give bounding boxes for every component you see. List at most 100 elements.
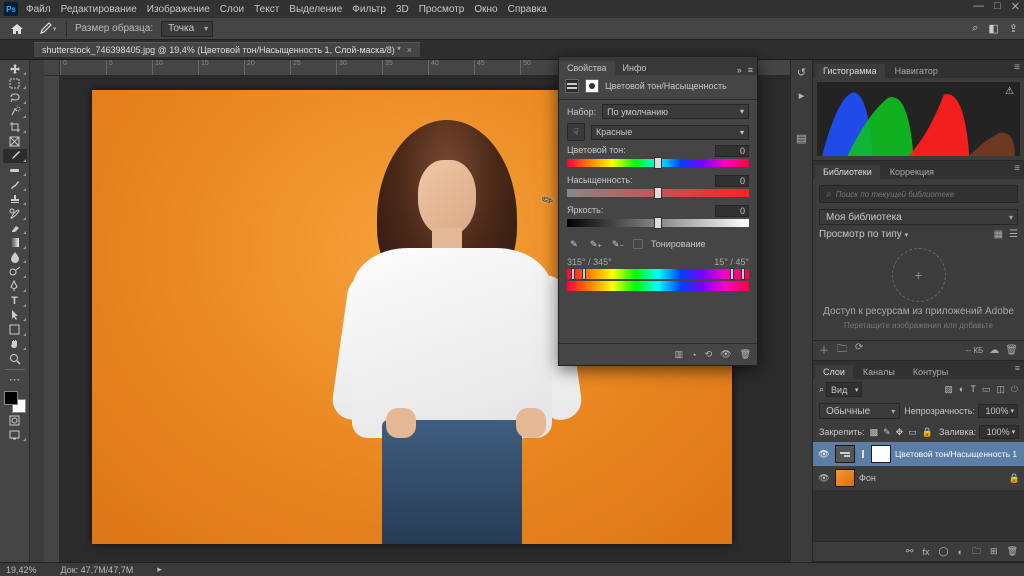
adjustment-thumb[interactable] [835, 445, 855, 463]
menu-window[interactable]: Окно [474, 4, 497, 15]
layer-background[interactable]: 👁 Фон 🔒 [813, 466, 1024, 490]
filter-pixel-icon[interactable]: ▧ [944, 384, 953, 395]
view-by-label[interactable]: Просмотр по типу ▾ [819, 229, 908, 240]
sample-size-select[interactable]: Точка [161, 21, 213, 37]
targeted-adjust-icon[interactable]: ☟ [567, 123, 585, 141]
tool-lasso[interactable] [3, 91, 27, 105]
lock-position-icon[interactable]: ✥ [896, 427, 904, 438]
tool-eraser[interactable] [3, 222, 27, 236]
menu-image[interactable]: Изображение [147, 4, 210, 15]
clip-icon[interactable]: ▥ [675, 349, 684, 360]
add-content-icon[interactable]: ＋ [819, 342, 829, 359]
library-dropzone[interactable]: + Доступ к ресурсам из приложений Adobe … [819, 240, 1018, 338]
share-icon[interactable]: ⇪ [1009, 22, 1018, 35]
actions-panel-icon[interactable]: ▸ [799, 89, 805, 102]
history-panel-icon[interactable]: ↺ [797, 66, 806, 79]
tab-navigator[interactable]: Навигатор [887, 64, 946, 78]
preset-select[interactable]: По умолчанию [602, 104, 749, 119]
tool-history-brush[interactable] [3, 207, 27, 221]
close-tab-icon[interactable]: × [407, 45, 412, 55]
tab-libraries[interactable]: Библиотеки [815, 165, 880, 179]
hue-input[interactable]: 0 [715, 145, 749, 157]
tool-gradient[interactable] [3, 236, 27, 250]
saturation-input[interactable]: 0 [715, 175, 749, 187]
brushes-panel-icon[interactable]: ▤ [796, 132, 806, 145]
visibility-icon[interactable]: 👁 [817, 449, 831, 460]
layer-hue-saturation[interactable]: 👁 Цветовой тон/Насыщенность 1 [813, 442, 1024, 466]
ruler-origin[interactable] [44, 60, 60, 76]
workspace-icon[interactable]: ◧ [988, 22, 998, 35]
mask-mode-icon[interactable] [585, 79, 599, 93]
filter-text-icon[interactable]: T [970, 384, 976, 395]
tool-pen[interactable] [3, 280, 27, 294]
ruler-vertical[interactable] [44, 76, 60, 562]
lightness-input[interactable]: 0 [715, 205, 749, 217]
menu-layers[interactable]: Слои [220, 4, 244, 15]
menu-text[interactable]: Текст [254, 4, 279, 15]
tool-eyedropper[interactable] [3, 149, 27, 163]
close-icon[interactable]: ✕ [1011, 0, 1020, 13]
tab-channels[interactable]: Каналы [855, 365, 903, 379]
toggle-visibility-icon[interactable]: 👁 [720, 349, 731, 360]
tab-layers[interactable]: Слои [815, 365, 853, 379]
adjustment-icon[interactable]: ◐ [958, 547, 963, 557]
add-folder-icon[interactable]: 🗀 [837, 342, 847, 359]
hue-slider[interactable] [567, 159, 749, 167]
eyedropper-add-icon[interactable]: ✎₊ [589, 237, 603, 251]
cloud-icon[interactable]: ☁ [989, 345, 999, 356]
panel-menu-icon[interactable]: ≡ [1014, 163, 1020, 174]
menu-file[interactable]: Файл [26, 4, 51, 15]
collapse-icon[interactable]: » [737, 65, 742, 75]
grid-view-icon[interactable]: ▦ [994, 229, 1003, 240]
tool-brush[interactable] [3, 178, 27, 192]
previous-state-icon[interactable]: ◔ [691, 350, 696, 360]
tool-hand[interactable] [3, 338, 27, 352]
delete-layer-icon[interactable]: 🗑 [1007, 546, 1018, 557]
lock-artboard-icon[interactable]: ▭ [908, 427, 917, 438]
tool-zoom[interactable] [3, 352, 27, 366]
panel-menu-icon[interactable]: ≡ [1014, 62, 1020, 73]
menu-help[interactable]: Справка [508, 4, 547, 15]
blend-mode-select[interactable]: Обычные [819, 403, 900, 419]
delete-adjustment-icon[interactable]: 🗑 [740, 349, 751, 360]
eyedropper-subtract-icon[interactable]: ✎₋ [611, 237, 625, 251]
link-layers-icon[interactable]: ⚯ [906, 546, 914, 557]
tool-heal[interactable] [3, 164, 27, 178]
menu-filter[interactable]: Фильтр [352, 4, 386, 15]
lock-pixels-icon[interactable]: ✎ [883, 427, 891, 438]
filter-toggle-icon[interactable]: ⏻ [1011, 384, 1018, 395]
tab-properties[interactable]: Свойства [559, 61, 615, 75]
color-swatches[interactable] [4, 391, 26, 413]
library-search-input[interactable]: ⌕ Поиск по текущей библиотеке [819, 185, 1018, 203]
tool-move[interactable] [3, 62, 27, 76]
colorize-checkbox[interactable] [633, 239, 643, 249]
tool-shape[interactable] [3, 323, 27, 337]
group-icon[interactable]: 🗀 [972, 544, 981, 560]
fx-icon[interactable]: fx [922, 547, 929, 557]
lock-transparency-icon[interactable]: ▩ [870, 427, 879, 438]
tool-edit-toolbar[interactable]: ⋯ [3, 373, 27, 387]
opacity-input[interactable]: 100%▾ [978, 404, 1018, 418]
reset-icon[interactable]: ⟲ [705, 349, 713, 360]
zoom-level[interactable]: 19,42% [6, 565, 37, 575]
trash-icon[interactable]: 🗑 [1005, 345, 1018, 356]
tool-stamp[interactable] [3, 193, 27, 207]
list-view-icon[interactable]: ☰ [1009, 229, 1018, 240]
menu-select[interactable]: Выделение [289, 4, 342, 15]
hue-range-slider[interactable] [567, 269, 749, 279]
sync-icon[interactable]: ⟳ [855, 342, 863, 359]
document-tab[interactable]: shutterstock_746398405.jpg @ 19,4% (Цвет… [34, 42, 420, 57]
home-icon[interactable] [6, 20, 28, 38]
panel-menu-icon[interactable]: ≡ [748, 65, 753, 75]
tool-text[interactable]: T [3, 294, 27, 308]
menu-3d[interactable]: 3D [396, 4, 409, 15]
visibility-icon[interactable]: 👁 [817, 473, 831, 484]
tool-marquee[interactable] [3, 77, 27, 91]
screenmode-icon[interactable] [3, 429, 27, 443]
fill-input[interactable]: 100%▾ [979, 425, 1019, 439]
warning-icon[interactable]: ⚠ [1005, 86, 1014, 97]
tab-paths[interactable]: Контуры [905, 365, 956, 379]
channel-select[interactable]: Красные [591, 125, 749, 140]
menu-view[interactable]: Просмотр [419, 4, 465, 15]
saturation-slider[interactable] [567, 189, 749, 197]
